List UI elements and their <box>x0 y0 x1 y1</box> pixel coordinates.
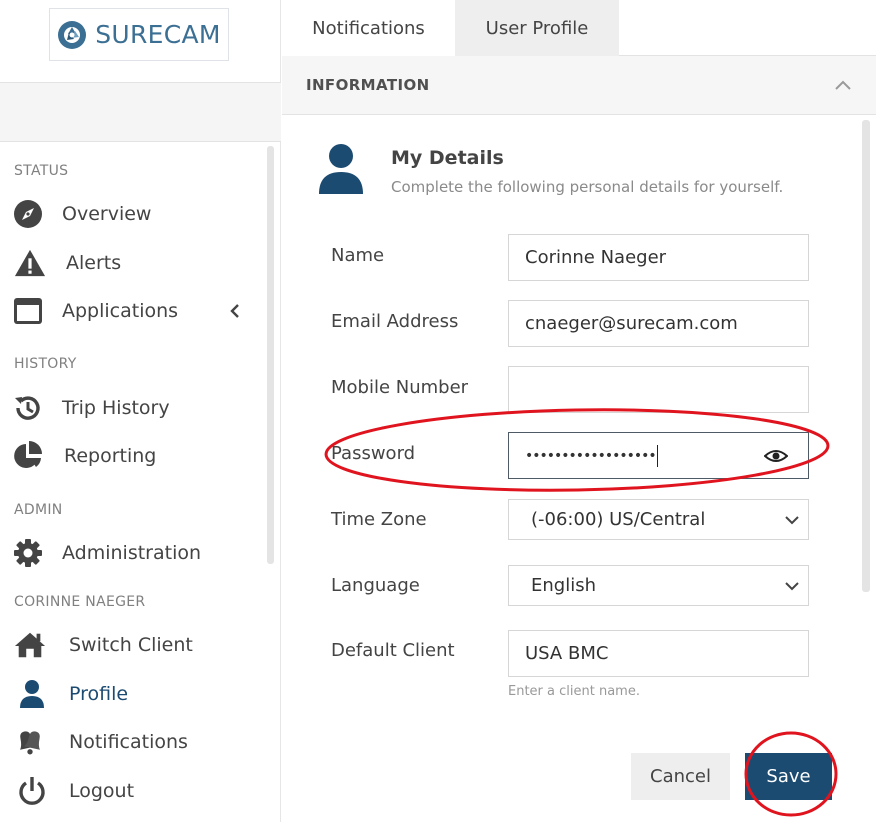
name-value: Corinne Naeger <box>525 247 667 268</box>
sidebar-item-label: Reporting <box>64 445 157 467</box>
camera-aperture-icon <box>58 20 87 49</box>
sidebar-item-applications[interactable]: Applications <box>0 290 262 332</box>
timezone-label: Time Zone <box>331 509 427 530</box>
password-label: Password <box>331 443 416 464</box>
tab-bar: Notifications User Profile <box>282 0 876 56</box>
timezone-value: (-06:00) US/Central <box>531 509 706 530</box>
sidebar-item-label: Profile <box>69 683 129 705</box>
sidebar-item-logout[interactable]: Logout <box>0 770 262 812</box>
timezone-select[interactable]: (-06:00) US/Central <box>508 499 809 540</box>
default-client-input[interactable]: USA BMC <box>508 630 809 677</box>
email-input[interactable]: cnaeger@surecam.com <box>508 300 809 347</box>
eye-icon[interactable] <box>764 445 788 467</box>
gear-icon <box>12 537 44 569</box>
name-label: Name <box>331 245 385 266</box>
power-icon <box>16 775 48 807</box>
sidebar-item-label: Applications <box>62 300 179 322</box>
sidebar-search-band <box>0 83 281 142</box>
compass-icon <box>12 198 44 230</box>
password-value: •••••••••••••••••• <box>525 447 657 464</box>
logo: SURECAM <box>49 8 229 61</box>
sidebar-scrollbar[interactable] <box>267 146 274 564</box>
section-title: INFORMATION <box>306 76 430 94</box>
section-label-status: STATUS <box>14 163 69 179</box>
user-icon <box>16 678 48 710</box>
mobile-input[interactable] <box>508 366 809 413</box>
sidebar-item-switch-client[interactable]: Switch Client <box>0 624 262 666</box>
sidebar-item-label: Administration <box>62 542 202 564</box>
language-value: English <box>531 575 596 596</box>
default-client-label: Default Client <box>331 640 455 661</box>
chevron-down-icon <box>785 582 799 591</box>
default-client-value: USA BMC <box>525 643 609 664</box>
section-label-admin: ADMIN <box>14 502 63 518</box>
details-subtitle: Complete the following personal details … <box>391 178 784 196</box>
sidebar-item-label: Logout <box>69 780 135 802</box>
sidebar-item-label: Trip History <box>62 397 170 419</box>
sidebar: SURECAM STATUS Overview Alerts Applicati… <box>0 0 281 822</box>
pie-chart-icon <box>12 440 44 472</box>
user-icon <box>319 144 363 194</box>
sidebar-item-trip-history[interactable]: Trip History <box>0 387 262 429</box>
sidebar-item-administration[interactable]: Administration <box>0 532 262 574</box>
cancel-button[interactable]: Cancel <box>631 753 730 800</box>
email-label: Email Address <box>331 311 459 332</box>
information-header[interactable]: INFORMATION <box>282 56 876 115</box>
language-select[interactable]: English <box>508 565 809 606</box>
sidebar-item-alerts[interactable]: Alerts <box>0 242 262 284</box>
sidebar-item-overview[interactable]: Overview <box>0 193 262 235</box>
warning-icon <box>14 247 46 279</box>
main-scrollbar[interactable] <box>862 120 870 592</box>
sidebar-item-label: Notifications <box>69 731 188 753</box>
save-button[interactable]: Save <box>745 753 832 800</box>
main-panel: Notifications User Profile INFORMATION M… <box>282 0 876 822</box>
default-client-help: Enter a client name. <box>508 684 640 699</box>
sidebar-item-label: Alerts <box>66 252 122 274</box>
text-caret <box>656 444 658 467</box>
chevron-left-icon[interactable] <box>228 303 242 319</box>
sidebar-item-reporting[interactable]: Reporting <box>0 435 262 477</box>
bells-icon <box>14 726 46 758</box>
section-label-history: HISTORY <box>14 356 77 372</box>
logo-text: SURECAM <box>95 20 221 49</box>
sidebar-item-label: Switch Client <box>69 634 193 656</box>
tab-user-profile[interactable]: User Profile <box>455 0 619 56</box>
chevron-down-icon <box>785 516 799 525</box>
tab-notifications[interactable]: Notifications <box>282 0 455 56</box>
sidebar-item-label: Overview <box>62 203 152 225</box>
details-title: My Details <box>391 147 504 169</box>
mobile-label: Mobile Number <box>331 377 469 398</box>
email-value: cnaeger@surecam.com <box>525 313 738 334</box>
sidebar-item-profile[interactable]: Profile <box>0 673 262 715</box>
home-icon <box>14 629 46 661</box>
history-icon <box>12 392 44 424</box>
chevron-up-icon[interactable] <box>833 76 853 96</box>
section-label-user: CORINNE NAEGER <box>14 594 146 610</box>
name-input[interactable]: Corinne Naeger <box>508 234 809 281</box>
sidebar-item-notifications[interactable]: Notifications <box>0 721 262 763</box>
window-icon <box>12 295 44 327</box>
language-label: Language <box>331 575 420 596</box>
password-input[interactable]: •••••••••••••••••• <box>508 432 809 479</box>
